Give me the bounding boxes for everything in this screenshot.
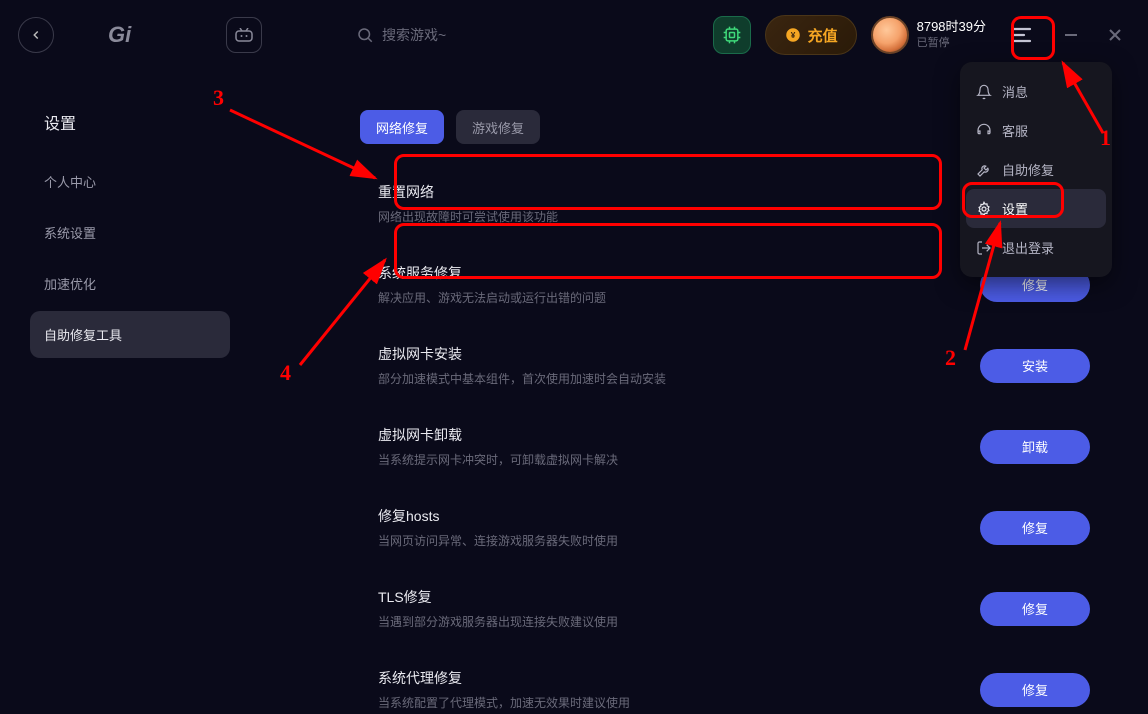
annotation-arrow-4 xyxy=(295,250,395,370)
minimize-button[interactable] xyxy=(1056,20,1086,50)
svg-text:Gi: Gi xyxy=(108,22,132,47)
search-input[interactable]: 搜索游戏~ xyxy=(356,25,446,45)
row-desc: 当网页访问异常、连接游戏服务器失败时使用 xyxy=(378,532,980,549)
sidebar-item-system[interactable]: 系统设置 xyxy=(30,209,230,256)
row-title: 虚拟网卡安装 xyxy=(378,344,980,364)
search-placeholder: 搜索游戏~ xyxy=(382,25,446,45)
annotation-num-2: 2 xyxy=(945,345,956,371)
sidebar-item-repair[interactable]: 自助修复工具 xyxy=(30,311,230,358)
row-desc: 网络出现故障时可尝试使用该功能 xyxy=(378,208,980,225)
back-button[interactable] xyxy=(18,17,54,53)
user-status: 已暂停 xyxy=(917,36,986,50)
sidebar: 设置 个人中心 系统设置 加速优化 自助修复工具 xyxy=(0,110,260,714)
row-desc: 部分加速模式中基本组件，首次使用加速时会自动安装 xyxy=(378,370,980,387)
header: Gi 搜索游戏~ ¥ 充值 8798时39分 已暂停 xyxy=(0,0,1148,70)
row-desc: 当遇到部分游戏服务器出现连接失败建议使用 xyxy=(378,613,980,630)
row-tls: TLS修复 当遇到部分游戏服务器出现连接失败建议使用 修复 xyxy=(360,573,1108,644)
row-title: 系统代理修复 xyxy=(378,668,980,688)
dd-self-repair[interactable]: 自助修复 xyxy=(960,150,1112,189)
row-desc: 当系统提示网卡冲突时，可卸载虚拟网卡解决 xyxy=(378,451,980,468)
coin-icon: ¥ xyxy=(784,26,802,44)
app-logo: Gi xyxy=(108,22,152,48)
row-title: 虚拟网卡卸载 xyxy=(378,425,980,445)
row-title: TLS修复 xyxy=(378,587,980,607)
avatar xyxy=(871,16,909,54)
bell-icon xyxy=(976,84,992,100)
annotation-arrow-2 xyxy=(960,215,1010,355)
menu-button[interactable] xyxy=(1000,14,1042,56)
user-block[interactable]: 8798时39分 已暂停 xyxy=(871,16,986,54)
recharge-button[interactable]: ¥ 充值 xyxy=(765,15,857,55)
row-title: 系统服务修复 xyxy=(378,263,980,283)
recharge-label: 充值 xyxy=(808,25,838,46)
headset-icon xyxy=(976,123,992,139)
row-hosts: 修复hosts 当网页访问异常、连接游戏服务器失败时使用 修复 xyxy=(360,492,1108,563)
row-desc: 解决应用、游戏无法启动或运行出错的问题 xyxy=(378,289,980,306)
repair-button[interactable]: 修复 xyxy=(980,673,1090,707)
annotation-num-4: 4 xyxy=(280,360,291,386)
tools-icon xyxy=(976,162,992,178)
close-button[interactable] xyxy=(1100,20,1130,50)
row-vnic-uninstall: 虚拟网卡卸载 当系统提示网卡冲突时，可卸载虚拟网卡解决 卸载 xyxy=(360,411,1108,482)
svg-text:¥: ¥ xyxy=(790,31,795,40)
sidebar-item-profile[interactable]: 个人中心 xyxy=(30,158,230,205)
row-title: 修复hosts xyxy=(378,506,980,526)
repair-button[interactable]: 修复 xyxy=(980,511,1090,545)
row-proxy: 系统代理修复 当系统配置了代理模式，加速无效果时建议使用 修复 xyxy=(360,654,1108,714)
row-desc: 当系统配置了代理模式，加速无效果时建议使用 xyxy=(378,694,980,711)
sidebar-title: 设置 xyxy=(30,110,230,134)
sidebar-item-boost[interactable]: 加速优化 xyxy=(30,260,230,307)
tab-game[interactable]: 游戏修复 xyxy=(456,110,540,144)
annotation-arrow-1 xyxy=(1055,55,1110,140)
row-title: 重置网络 xyxy=(378,182,980,202)
uninstall-button[interactable]: 卸载 xyxy=(980,430,1090,464)
annotation-arrow-3 xyxy=(220,100,390,190)
repair-button[interactable]: 修复 xyxy=(980,592,1090,626)
tv-icon-button[interactable] xyxy=(226,17,262,53)
game-chip-icon[interactable] xyxy=(713,16,751,54)
user-time: 8798时39分 xyxy=(917,19,986,36)
search-icon xyxy=(356,26,374,44)
